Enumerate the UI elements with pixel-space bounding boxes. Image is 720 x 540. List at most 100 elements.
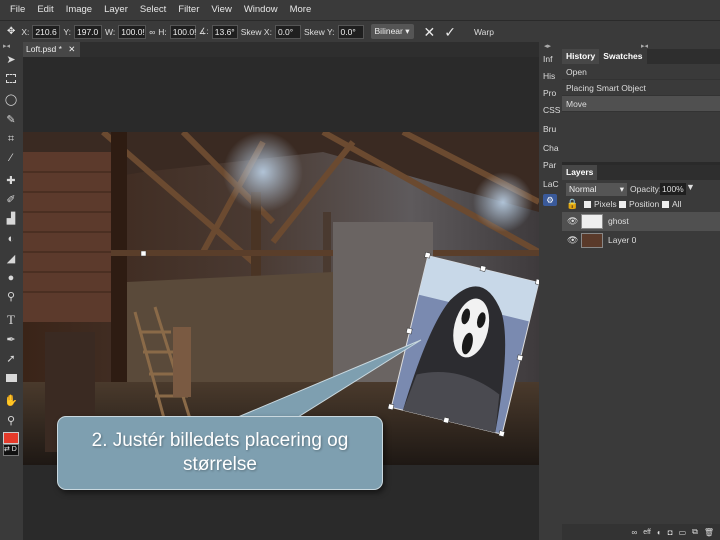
- marquee-tool-icon[interactable]: [3, 72, 19, 88]
- layer-row-ghost[interactable]: 👁 ghost: [562, 212, 720, 231]
- right-panel: ▸◂ History Swatches Open Placing Smart O…: [562, 42, 720, 540]
- history-item-move[interactable]: Move: [562, 96, 720, 112]
- new-layer-icon[interactable]: ⧉: [692, 527, 698, 537]
- lock-position-label: Position: [629, 199, 660, 209]
- link-layers-icon[interactable]: ∞: [632, 528, 638, 537]
- mini-history[interactable]: His: [543, 71, 555, 81]
- x-input[interactable]: 210.6: [32, 24, 61, 39]
- commit-transform-icon[interactable]: ✓: [441, 22, 459, 42]
- layers-tab-bar: Layers: [562, 165, 720, 180]
- mask-icon[interactable]: ◘: [668, 528, 673, 537]
- angle-input[interactable]: 13.6°: [211, 24, 238, 39]
- adjustment-icon[interactable]: ◐: [657, 528, 662, 537]
- mini-panel: ◂▸ Inf His Pro CSS Bru Cha Par LaC ⚙: [539, 42, 562, 540]
- callout-line-2: størrelse: [183, 454, 257, 475]
- mini-properties[interactable]: Pro: [543, 88, 556, 98]
- interpolation-select[interactable]: Bilinear ▾: [370, 24, 414, 39]
- history-item-placing[interactable]: Placing Smart Object: [562, 80, 720, 96]
- healing-tool-icon[interactable]: ✚: [3, 173, 19, 189]
- eye-icon[interactable]: 👁: [567, 231, 578, 250]
- opacity-label: Opacity:: [630, 184, 662, 194]
- blur-tool-icon[interactable]: ●: [3, 270, 19, 286]
- menu-more[interactable]: More: [284, 0, 318, 20]
- effects-icon[interactable]: eff: [643, 529, 651, 536]
- gradient-tool-icon[interactable]: ◢: [3, 251, 19, 267]
- tutorial-callout: 2. Justér billedets placering og størrel…: [57, 416, 383, 490]
- skew-y-label: Skew Y:: [303, 26, 335, 37]
- lock-all-checkbox[interactable]: [662, 201, 669, 208]
- cancel-transform-icon[interactable]: ✕: [421, 22, 439, 42]
- crop-tool-icon[interactable]: ⌗: [3, 131, 19, 147]
- layer-row-layer0[interactable]: 👁 Layer 0: [562, 231, 720, 250]
- lasso-tool-icon[interactable]: ◯: [3, 92, 19, 108]
- layer-thumbnail: [581, 233, 603, 248]
- opacity-input[interactable]: 100%: [660, 183, 686, 195]
- dodge-tool-icon[interactable]: ⚲: [3, 289, 19, 305]
- menu-filter[interactable]: Filter: [172, 0, 205, 20]
- mini-brush[interactable]: Bru: [543, 124, 556, 134]
- mini-paragraph[interactable]: Par: [543, 160, 556, 170]
- blend-mode-value: Normal: [569, 184, 597, 194]
- shape-tool-icon[interactable]: [3, 371, 19, 387]
- layers-footer: ∞ eff ◐ ◘ ▭ ⧉ 🗑: [562, 524, 720, 540]
- hand-tool-icon[interactable]: ✋: [3, 393, 19, 409]
- document-tab[interactable]: Loft.psd * ✕: [23, 42, 80, 57]
- stamp-tool-icon[interactable]: ▟: [3, 211, 19, 227]
- blend-mode-select[interactable]: Normal ▾: [566, 183, 627, 196]
- menu-window[interactable]: Window: [238, 0, 284, 20]
- skew-x-input[interactable]: 0.0°: [274, 24, 301, 39]
- layer-name: ghost: [608, 216, 629, 226]
- delete-layer-icon[interactable]: 🗑: [704, 528, 714, 537]
- eye-icon[interactable]: 👁: [567, 212, 578, 231]
- mini-character[interactable]: Cha: [543, 143, 559, 153]
- zoom-tool-icon[interactable]: ⚲: [3, 413, 19, 429]
- menu-file[interactable]: File: [4, 0, 31, 20]
- menu-view[interactable]: View: [205, 0, 237, 20]
- tab-history[interactable]: History: [562, 49, 600, 64]
- skew-y-input[interactable]: 0.0°: [337, 24, 364, 39]
- quick-select-tool-icon[interactable]: ✎: [3, 112, 19, 128]
- warp-button[interactable]: Warp: [474, 27, 494, 37]
- y-input[interactable]: 197.0: [73, 24, 102, 39]
- close-tab-icon[interactable]: ✕: [68, 44, 75, 54]
- history-item-open[interactable]: Open: [562, 64, 720, 80]
- folder-icon[interactable]: ▭: [679, 528, 687, 537]
- chevron-down-icon: ▾: [619, 184, 624, 194]
- pen-tool-icon[interactable]: ✒: [3, 332, 19, 348]
- menu-bar: File Edit Image Layer Select Filter View…: [0, 0, 720, 20]
- eyedropper-tool-icon[interactable]: ⁄: [3, 150, 19, 166]
- menu-image[interactable]: Image: [60, 0, 98, 20]
- type-tool-icon[interactable]: T: [3, 312, 19, 328]
- link-icon[interactable]: ∞: [149, 27, 155, 37]
- mini-info[interactable]: Inf: [543, 54, 552, 64]
- tab-layers[interactable]: Layers: [562, 165, 598, 180]
- angle-label: ∡:: [198, 26, 209, 36]
- lock-position-checkbox[interactable]: [619, 201, 626, 208]
- options-bar: ✥ X: 210.6 Y: 197.0 W: 100.0! ∞ H: 100.0…: [0, 20, 720, 42]
- tab-swatches[interactable]: Swatches: [599, 49, 647, 64]
- layer-thumbnail: [581, 214, 603, 229]
- collapse-mini-icon[interactable]: ◂▸: [544, 42, 551, 50]
- w-input[interactable]: 100.0!: [118, 24, 147, 39]
- brush-tool-icon[interactable]: ✐: [3, 192, 19, 208]
- y-label: Y:: [63, 26, 71, 37]
- tools-panel: ▸◂ ➤ ◯ ✎ ⌗ ⁄ ✚ ✐ ▟ ◐ ◢ ● ⚲ T ✒ ➚ ✋ ⚲ ⇄ D: [0, 42, 23, 540]
- path-select-tool-icon[interactable]: ➚: [3, 351, 19, 367]
- opacity-dropdown-icon[interactable]: ▼: [686, 182, 695, 192]
- h-input[interactable]: 100.0!: [169, 24, 196, 39]
- x-label: X:: [21, 26, 30, 37]
- menu-select[interactable]: Select: [134, 0, 172, 20]
- move-tool-icon: ✥: [7, 25, 16, 37]
- mini-css[interactable]: CSS: [543, 105, 560, 115]
- mini-layer-comps[interactable]: LaC: [543, 179, 559, 189]
- background-color-swatch[interactable]: ⇄ D: [3, 444, 19, 456]
- foreground-color-swatch[interactable]: [3, 432, 19, 444]
- mini-active-icon[interactable]: ⚙: [543, 194, 557, 206]
- move-tool-icon[interactable]: ➤: [3, 52, 19, 68]
- menu-layer[interactable]: Layer: [98, 0, 134, 20]
- menu-edit[interactable]: Edit: [31, 0, 59, 20]
- eraser-tool-icon[interactable]: ◐: [3, 231, 19, 247]
- lock-pixels-checkbox[interactable]: [584, 201, 591, 208]
- document-tab-bar: Loft.psd * ✕: [23, 42, 539, 57]
- collapse-tools-icon[interactable]: ▸◂: [3, 42, 10, 50]
